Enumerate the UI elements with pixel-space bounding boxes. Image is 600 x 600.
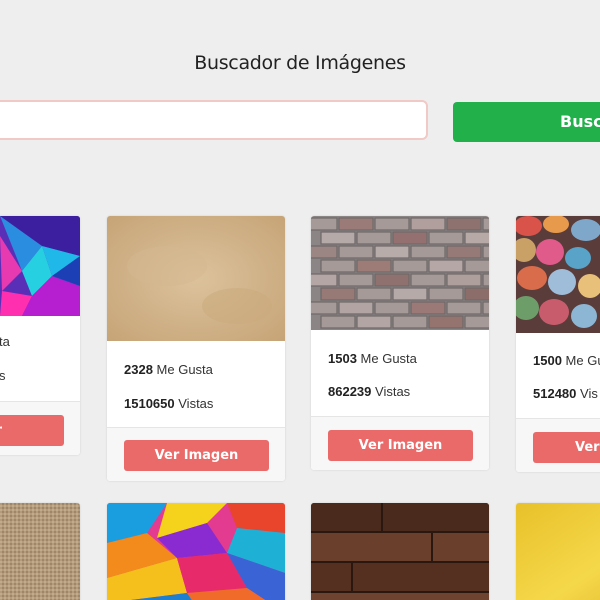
card-image-burlap[interactable] xyxy=(0,503,80,600)
likes-label: Me Gu xyxy=(565,353,600,368)
likes-count: 1503 xyxy=(328,351,357,366)
likes-line: 2328 Me Gusta xyxy=(124,362,213,377)
likes-line: 1503 Me Gusta xyxy=(328,351,417,366)
views-label: s xyxy=(0,368,6,383)
views-line: 1510650 Vistas xyxy=(124,396,213,411)
image-card: 1500 Me Gu 512480 Vis Ver I xyxy=(516,216,600,472)
image-search-page: Buscador de Imágenes Buscar ta s Ver Ima… xyxy=(0,0,600,600)
likes-line: 1500 Me Gu xyxy=(533,353,600,368)
card-footer: Ver I xyxy=(516,418,600,472)
image-card xyxy=(516,503,600,600)
image-card xyxy=(0,503,80,600)
likes-line: ta xyxy=(0,334,10,349)
card-footer: Ver Imagen xyxy=(107,427,285,481)
view-image-button[interactable]: Ver I xyxy=(533,432,600,463)
card-footer: Ver Imagen xyxy=(311,416,489,470)
search-button[interactable]: Buscar xyxy=(453,102,600,142)
views-label: Vistas xyxy=(178,396,214,411)
image-card xyxy=(311,503,489,600)
views-label: Vis xyxy=(580,386,598,401)
card-image-brick-wall[interactable] xyxy=(311,216,489,330)
card-footer: Ver Imagen xyxy=(0,401,80,455)
image-card: 2328 Me Gusta 1510650 Vistas Ver Imagen xyxy=(107,216,285,481)
image-card xyxy=(107,503,285,600)
view-image-button[interactable]: Ver Imagen xyxy=(328,430,473,461)
views-line: 512480 Vis xyxy=(533,386,598,401)
card-image-wood[interactable] xyxy=(311,503,489,600)
likes-label: ta xyxy=(0,334,10,349)
image-card: 1503 Me Gusta 862239 Vistas Ver Imagen xyxy=(311,216,489,470)
views-label: Vistas xyxy=(375,384,411,399)
search-input[interactable] xyxy=(0,100,428,140)
view-image-button[interactable]: Ver Imagen xyxy=(124,440,269,471)
card-image-parchment[interactable] xyxy=(107,216,285,341)
view-image-button[interactable]: Ver Imagen xyxy=(0,415,64,455)
views-count: 1510650 xyxy=(124,396,175,411)
views-count: 512480 xyxy=(533,386,577,401)
likes-label: Me Gusta xyxy=(156,362,213,377)
likes-count: 2328 xyxy=(124,362,153,377)
views-line: 862239 Vistas xyxy=(328,384,410,399)
page-title: Buscador de Imágenes xyxy=(194,52,406,74)
card-image-paint[interactable] xyxy=(107,503,285,600)
views-line: s xyxy=(0,368,6,383)
likes-label: Me Gusta xyxy=(360,351,417,366)
card-image-gold[interactable] xyxy=(516,503,600,600)
likes-count: 1500 xyxy=(533,353,562,368)
card-image-polygon[interactable] xyxy=(0,216,80,316)
views-count: 862239 xyxy=(328,384,372,399)
card-image-stones[interactable] xyxy=(516,216,600,333)
image-card: ta s Ver Imagen xyxy=(0,216,80,455)
